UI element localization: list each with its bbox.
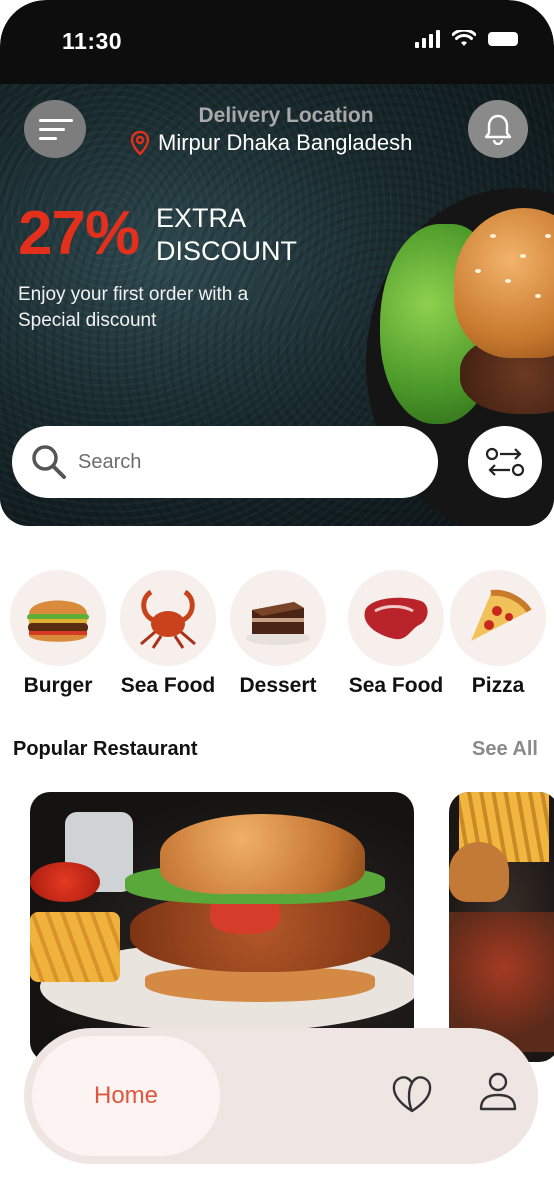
nav-home-label: Home bbox=[93, 1082, 159, 1109]
bottom-navigation: Home bbox=[24, 1028, 538, 1164]
tomato-image bbox=[30, 862, 100, 902]
promo-subtitle-line2: Special discount bbox=[18, 310, 157, 331]
delivery-location[interactable]: Mirpur Dhaka Bangladesh bbox=[130, 130, 412, 156]
delivery-location-value: Mirpur Dhaka Bangladesh bbox=[158, 130, 413, 155]
sesame-seed bbox=[505, 279, 511, 283]
heart-icon bbox=[392, 1076, 432, 1113]
promo-subtitle: Enjoy your first order with a Special di… bbox=[18, 282, 298, 334]
battery-icon bbox=[488, 32, 518, 46]
category-dessert[interactable]: Dessert bbox=[228, 570, 328, 698]
status-bar: 11:30 bbox=[0, 0, 554, 84]
sesame-seed bbox=[535, 294, 541, 298]
nav-favorites[interactable] bbox=[388, 1070, 436, 1118]
see-all-link[interactable]: See All bbox=[472, 738, 538, 761]
nav-home[interactable]: Home bbox=[32, 1036, 220, 1156]
filter-button[interactable] bbox=[468, 426, 542, 498]
category-sea-food[interactable]: Sea Food bbox=[118, 570, 218, 698]
steak-icon bbox=[348, 570, 444, 666]
bell-icon bbox=[484, 114, 512, 145]
fries-image bbox=[30, 912, 120, 982]
category-list: Burger Sea Food Dessert Sea Food Pizza bbox=[0, 570, 554, 700]
promo-title-line1: EXTRA bbox=[156, 203, 247, 233]
burger-image bbox=[449, 842, 509, 902]
promo-subtitle-line1: Enjoy your first order with a bbox=[18, 284, 249, 305]
signal-icon bbox=[415, 30, 440, 48]
wifi-icon bbox=[452, 30, 476, 46]
promo-percent: 27% bbox=[18, 199, 140, 268]
category-pizza[interactable]: Pizza bbox=[448, 570, 548, 698]
location-pin-icon bbox=[130, 131, 150, 155]
user-icon bbox=[479, 1072, 517, 1111]
restaurant-card[interactable] bbox=[30, 792, 414, 1062]
category-burger[interactable]: Burger bbox=[8, 570, 108, 698]
category-label: Sea Food bbox=[120, 674, 216, 697]
cake-icon bbox=[230, 570, 326, 666]
search-icon bbox=[32, 445, 66, 479]
promo-title: EXTRA DISCOUNT bbox=[156, 202, 297, 268]
phone-screen: 11:30 Delivery Location Mirpur Dhaka Ban… bbox=[0, 0, 554, 1200]
category-sea-food-2[interactable]: Sea Food bbox=[346, 570, 446, 698]
burger-image bbox=[160, 814, 365, 894]
sesame-seed bbox=[545, 234, 551, 238]
popular-restaurant-title: Popular Restaurant bbox=[13, 738, 198, 760]
filter-icon bbox=[485, 447, 525, 477]
burger-icon bbox=[10, 570, 106, 666]
hero-banner: Delivery Location Mirpur Dhaka Banglades… bbox=[0, 84, 554, 526]
search-placeholder: Search bbox=[78, 450, 142, 473]
sesame-seed bbox=[475, 269, 481, 273]
search-input[interactable]: Search bbox=[12, 426, 438, 498]
category-label: Burger bbox=[23, 674, 93, 697]
bun-bottom-image bbox=[145, 968, 375, 1002]
category-label: Pizza bbox=[471, 674, 525, 697]
category-label: Dessert bbox=[239, 674, 317, 697]
crab-icon bbox=[120, 570, 216, 666]
notification-button[interactable] bbox=[468, 100, 528, 158]
status-icons bbox=[415, 30, 518, 48]
category-label: Sea Food bbox=[348, 674, 444, 697]
promo-title-line2: DISCOUNT bbox=[156, 236, 297, 266]
pizza-icon bbox=[450, 570, 546, 666]
menu-icon-line bbox=[39, 136, 57, 140]
restaurant-card-2[interactable] bbox=[449, 792, 554, 1062]
sesame-seed bbox=[520, 254, 526, 258]
status-time: 11:30 bbox=[62, 28, 123, 54]
nav-profile[interactable] bbox=[474, 1068, 522, 1116]
sesame-seed bbox=[490, 234, 496, 238]
